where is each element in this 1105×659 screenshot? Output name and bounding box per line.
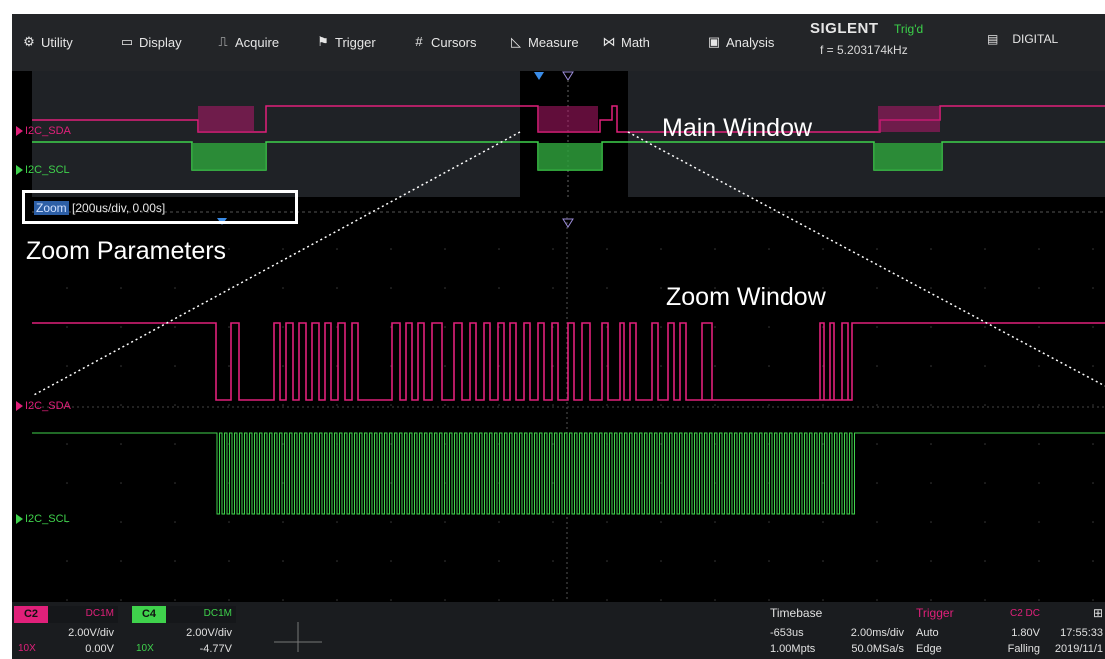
zoom-window-annotation: Zoom Window (666, 283, 826, 311)
zoom-parameters-box: Zoom [200us/div, 0.00s] (22, 190, 298, 224)
zoom-tag: Zoom (34, 201, 69, 215)
channel-flag-icon (16, 165, 23, 175)
channel-flag-icon (16, 126, 23, 136)
waveform-display (31, 71, 1105, 602)
timebase-title: Timebase (770, 606, 823, 620)
zoom-sda-label: I2C_SDA (16, 400, 71, 412)
channel-c4-header: C4 DC1M (132, 606, 236, 623)
zoom-parameters-readout: Zoom [200us/div, 0.00s] (34, 201, 165, 215)
channel-c2-header: C2 DC1M (14, 606, 118, 623)
trigger-mode: Auto (916, 627, 939, 639)
channel-flag-icon (16, 514, 23, 524)
trigger-title: Trigger (916, 606, 954, 620)
channel-c2-vdiv: 2.00V/div (68, 627, 114, 639)
channel-c4-coupling: DC1M (203, 608, 232, 619)
add-channel-icon[interactable] (252, 612, 362, 652)
main-scl-burst (874, 143, 942, 170)
channel-c2-probe: 10X (18, 643, 36, 654)
zoom-timebase-value: [200us/div, 0.00s] (72, 201, 166, 215)
status-bar: C2 DC1M 2.00V/div 10X 0.00V C4 DC1M 2.00… (12, 602, 1105, 659)
channel-c4-offset: -4.77V (199, 643, 232, 655)
channel-c2-box[interactable]: C2 DC1M 2.00V/div 10X 0.00V (14, 606, 118, 656)
main-scl-burst (538, 143, 602, 170)
timebase-tdiv: 2.00ms/div (850, 627, 904, 639)
channel-c4-id: C4 (132, 606, 166, 623)
trigger-source: C2 DC (1009, 608, 1040, 619)
zoom-sda-label-text: I2C_SDA (25, 400, 71, 412)
channel-flag-icon (16, 401, 23, 411)
main-window-annotation: Main Window (662, 114, 813, 142)
channel-c4-vdiv: 2.00V/div (186, 627, 232, 639)
timebase-sample-rate: 50.0MSa/s (851, 643, 904, 655)
main-sda-burst (198, 106, 254, 132)
network-icon: ⊞ (1092, 606, 1103, 620)
main-scl-burst (192, 143, 266, 170)
timebase-delay: -653us (770, 627, 804, 639)
main-sda-label: I2C_SDA (16, 125, 71, 137)
main-sda-label-text: I2C_SDA (25, 125, 71, 137)
clock-date: 2019/11/1 (1054, 643, 1103, 655)
zoom-parameters-annotation: Zoom Parameters (26, 237, 227, 265)
channel-c2-offset: 0.00V (85, 643, 114, 655)
main-scl-label: I2C_SCL (16, 164, 70, 176)
main-scl-label-text: I2C_SCL (25, 164, 70, 176)
clock-time: 17:55:33 (1060, 627, 1103, 639)
channel-c4-probe: 10X (136, 643, 154, 654)
main-sda-burst (878, 106, 940, 132)
channel-c4-box[interactable]: C4 DC1M 2.00V/div 10X -4.77V (132, 606, 236, 656)
zoom-scl-label: I2C_SCL (16, 513, 70, 525)
trigger-panel[interactable]: Trigger C2 DC Auto 1.80V Edge Falling (910, 606, 1044, 656)
channel-c2-coupling: DC1M (85, 608, 114, 619)
trigger-slope: Falling (1007, 643, 1040, 655)
main-sda-burst (538, 106, 598, 132)
trigger-position-marker (534, 72, 544, 80)
trigger-type: Edge (916, 643, 942, 655)
timebase-memory: 1.00Mpts (770, 643, 816, 655)
timebase-panel[interactable]: Timebase -653us 2.00ms/div 1.00Mpts 50.0… (766, 606, 906, 656)
zoom-center-marker (562, 71, 574, 81)
channel-c2-id: C2 (14, 606, 48, 623)
zoom-scl-label-text: I2C_SCL (25, 513, 70, 525)
oscilloscope-screen: ⚙ Utility ▭ Display ⎍ Acquire ⚑ Trigger … (12, 14, 1105, 659)
clock-panel: ⊞ 17:55:33 2019/11/1 (1046, 606, 1105, 656)
trigger-level: 1.80V (1011, 627, 1040, 639)
